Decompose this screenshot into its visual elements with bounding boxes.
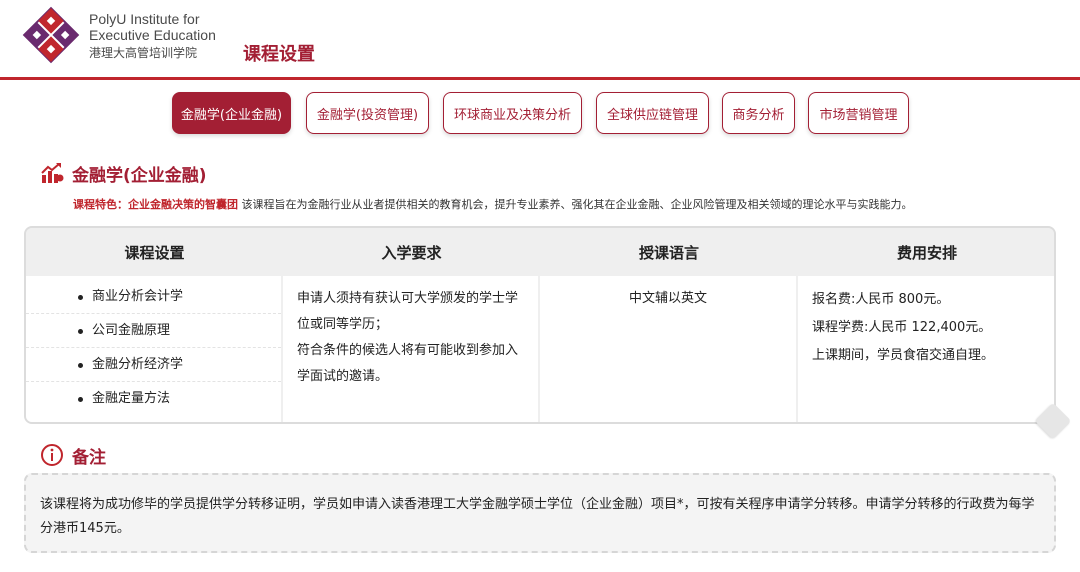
info-circle-icon bbox=[41, 444, 63, 466]
notes-heading: 备注 bbox=[40, 442, 106, 468]
list-item: 公司金融原理 bbox=[26, 314, 281, 348]
feature-highlight: 企业金融决策的智囊团 bbox=[128, 198, 238, 211]
admission-req-1: 申请人须持有获认可大学颁发的学士学位或同等学历； bbox=[297, 291, 519, 332]
list-item: 商业分析会计学 bbox=[26, 280, 281, 314]
header-language: 授课语言 bbox=[638, 243, 699, 262]
language-cell: 中文辅以英文 bbox=[540, 276, 796, 422]
language-value: 中文辅以英文 bbox=[628, 291, 707, 306]
program-feature: 课程特色：企业金融决策的智囊团 该课程旨在为金融行业从业者提供相关的教育机会，提… bbox=[73, 196, 913, 212]
fee-accommodation-note: 上课期间，学员食宿交通自理。 bbox=[812, 348, 995, 363]
institute-cn: 港理大高管培训学院 bbox=[89, 46, 198, 60]
tab-corporate-finance[interactable]: 金融学(企业金融) bbox=[172, 92, 291, 134]
page-title: 课程设置 bbox=[243, 44, 315, 65]
admission-cell: 申请人须持有获认可大学颁发的学士学位或同等学历； 符合条件的候选人将有可能收到参… bbox=[283, 276, 538, 422]
tab-investment-management[interactable]: 金融学(投资管理) bbox=[306, 92, 429, 134]
list-item: 金融分析经济学 bbox=[26, 348, 281, 382]
institute-name: PolyU Institute for Executive Education … bbox=[89, 11, 216, 61]
program-tabs: 金融学(企业金融) 金融学(投资管理) 环球商业及决策分析 全球供应链管理 商务… bbox=[0, 92, 1080, 136]
section-heading: 金融学(企业金融) bbox=[40, 160, 207, 186]
notes-text: 该课程将为成功修毕的学员提供学分转移证明，学员如申请入读香港理工大学金融学硕士学… bbox=[40, 497, 1035, 536]
header-admission: 入学要求 bbox=[381, 243, 442, 262]
fee-application: 报名费:人民币 800元。 bbox=[812, 292, 950, 307]
feature-text: 该课程旨在为金融行业从业者提供相关的教育机会，提升专业素养、强化其在企业金融、企… bbox=[241, 198, 913, 211]
fee-tuition: 课程学费:人民币 122,400元。 bbox=[812, 320, 992, 335]
courses-cell: 商业分析会计学 公司金融原理 金融分析经济学 金融定量方法 bbox=[26, 276, 281, 422]
section-title: 金融学(企业金融) bbox=[72, 165, 207, 186]
polyu-logo[interactable] bbox=[22, 6, 80, 64]
tab-global-business[interactable]: 环球商业及决策分析 bbox=[443, 92, 582, 134]
list-item: 金融定量方法 bbox=[26, 382, 281, 416]
tab-supply-chain[interactable]: 全球供应链管理 bbox=[596, 92, 709, 134]
header-fees: 费用安排 bbox=[896, 243, 957, 262]
notes-box: 该课程将为成功修毕的学员提供学分转移证明，学员如申请入读香港理工大学金融学硕士学… bbox=[24, 473, 1056, 553]
site-header: PolyU Institute for Executive Education … bbox=[0, 0, 1080, 80]
admission-req-2: 符合条件的候选人将有可能收到参加入学面试的邀请。 bbox=[297, 343, 519, 384]
tab-business-analytics[interactable]: 商务分析 bbox=[722, 92, 795, 134]
fees-cell: 报名费:人民币 800元。 课程学费:人民币 122,400元。 上课期间，学员… bbox=[798, 276, 1054, 422]
tab-marketing[interactable]: 市场营销管理 bbox=[808, 92, 909, 134]
program-table: 课程设置 入学要求 授课语言 费用安排 商业分析会计学 公司金融原理 金融分析经… bbox=[24, 226, 1056, 424]
table-header: 课程设置 入学要求 授课语言 费用安排 bbox=[26, 228, 1054, 276]
institute-line2: Executive Education bbox=[89, 27, 216, 43]
notes-title: 备注 bbox=[72, 447, 106, 468]
chart-growth-icon bbox=[41, 163, 64, 183]
institute-line1: PolyU Institute for bbox=[89, 11, 200, 27]
feature-label: 课程特色： bbox=[73, 198, 128, 211]
header-courses: 课程设置 bbox=[124, 243, 185, 262]
